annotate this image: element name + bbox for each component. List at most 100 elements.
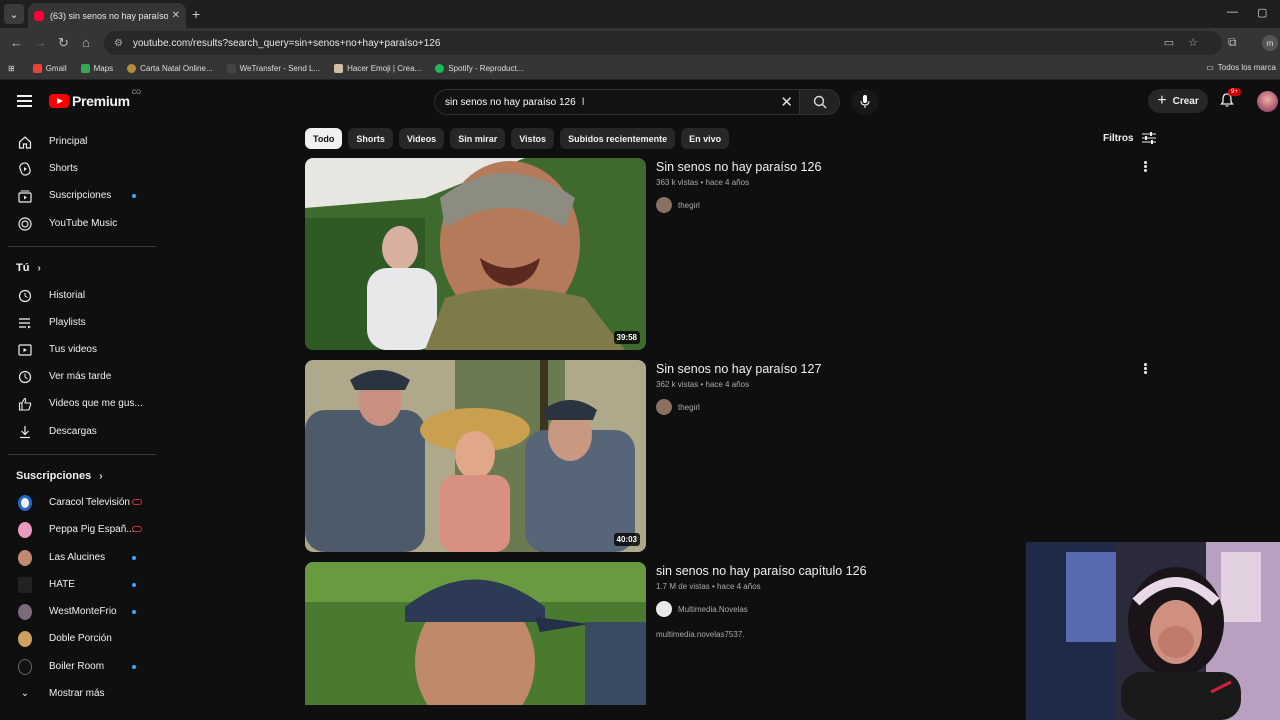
channel-avatar bbox=[18, 576, 32, 593]
bookmark-wetransfer[interactable]: WeTransfer - Send L... bbox=[226, 64, 320, 73]
sidebar-item-ver-mas-tarde[interactable]: Ver más tarde bbox=[8, 363, 156, 390]
channel-link[interactable]: thegirl bbox=[656, 197, 700, 213]
video-result[interactable]: 40:03 Sin senos no hay paraíso 127 362 k… bbox=[305, 360, 1147, 552]
reload-icon[interactable]: ↻ bbox=[58, 35, 69, 51]
video-title[interactable]: Sin senos no hay paraíso 126 bbox=[656, 160, 821, 174]
bookmark-carta-natal[interactable]: Carta Natal Online... bbox=[127, 64, 213, 73]
create-button[interactable]: + Crear bbox=[1148, 89, 1208, 113]
channel-avatar bbox=[656, 601, 672, 617]
channel-link[interactable]: Multimedia.Novelas bbox=[656, 601, 748, 617]
bookmark-maps[interactable]: Maps bbox=[80, 64, 113, 73]
sidebar-subscriptions-header[interactable]: Suscripciones › bbox=[16, 470, 103, 482]
sidebar-channel-alucines[interactable]: Las Alucines bbox=[8, 544, 156, 571]
youtube-favicon-icon bbox=[34, 10, 44, 21]
chip-vistos[interactable]: Vistos bbox=[511, 128, 555, 149]
chip-subidos-recientemente[interactable]: Subidos recientemente bbox=[560, 128, 676, 149]
sidebar-item-shorts[interactable]: Shorts bbox=[8, 155, 156, 182]
filters-label: Filtros bbox=[1103, 132, 1134, 144]
youtube-premium-logo[interactable]: Premium CO bbox=[49, 90, 141, 109]
bookmark-spotify[interactable]: Spotify - Reproduct... bbox=[435, 64, 523, 73]
sidebar-item-youtube-music[interactable]: YouTube Music bbox=[8, 210, 156, 237]
channel-avatar bbox=[18, 494, 32, 511]
spotify-icon bbox=[435, 64, 445, 73]
video-thumbnail[interactable] bbox=[305, 562, 646, 705]
chip-shorts[interactable]: Shorts bbox=[348, 128, 393, 149]
new-content-dot bbox=[132, 556, 136, 560]
plus-icon: + bbox=[1157, 92, 1167, 109]
chip-videos[interactable]: Videos bbox=[398, 128, 445, 149]
browser-tab-active[interactable]: (63) sin senos no hay paraíso 1 ✕ bbox=[28, 3, 186, 28]
video-result[interactable]: 39:58 Sin senos no hay paraíso 126 363 k… bbox=[305, 158, 1147, 350]
sidebar-channel-doble-porcion[interactable]: Doble Porción bbox=[8, 625, 156, 652]
maximize-button[interactable]: ▢ bbox=[1257, 6, 1267, 19]
video-title[interactable]: sin senos no hay paraíso capítulo 126 bbox=[656, 564, 867, 578]
sidebar-item-label: Tus videos bbox=[49, 344, 97, 355]
sidebar-item-liked-videos[interactable]: Videos que me gus... bbox=[8, 390, 156, 417]
subscriptions-icon bbox=[18, 189, 32, 203]
extensions-icon[interactable]: ⧉ bbox=[1228, 35, 1237, 50]
sidebar-item-label: YouTube Music bbox=[49, 218, 118, 229]
sidebar-show-more[interactable]: ⌄ Mostrar más bbox=[8, 680, 156, 707]
wetransfer-icon bbox=[226, 64, 236, 73]
logo-country-code: CO bbox=[131, 90, 141, 96]
apps-grid-icon[interactable]: ⊞ bbox=[8, 64, 15, 73]
chip-todo[interactable]: Todo bbox=[305, 128, 343, 149]
chip-sin-mirar[interactable]: Sin mirar bbox=[450, 128, 506, 149]
voice-search-button[interactable] bbox=[851, 89, 879, 115]
channel-link[interactable]: thegirl bbox=[656, 399, 700, 415]
bookmark-emoji[interactable]: Hacer Emoji | Crea... bbox=[334, 64, 421, 73]
sidebar-item-playlists[interactable]: Playlists bbox=[8, 309, 156, 336]
address-bar[interactable]: ⚙ youtube.com/results?search_query=sin+s… bbox=[104, 31, 1222, 55]
sidebar: Principal Shorts Suscripciones YouTube M… bbox=[0, 124, 160, 720]
sidebar-channel-peppa[interactable]: Peppa Pig Españ... bbox=[8, 516, 156, 543]
video-result[interactable]: sin senos no hay paraíso capítulo 126 1.… bbox=[305, 562, 1145, 705]
sidebar-item-descargas[interactable]: Descargas bbox=[8, 418, 156, 445]
bookmark-gmail[interactable]: Gmail bbox=[32, 64, 67, 73]
all-bookmarks-folder[interactable]: ▭ Todos los marca bbox=[1206, 63, 1276, 72]
browser-profile-avatar[interactable]: m bbox=[1262, 35, 1278, 51]
search-button[interactable] bbox=[800, 89, 840, 115]
video-thumbnail[interactable]: 39:58 bbox=[305, 158, 646, 350]
channel-name: thegirl bbox=[678, 402, 700, 412]
filters-button[interactable]: Filtros bbox=[1103, 132, 1156, 144]
back-icon[interactable]: ← bbox=[10, 35, 23, 50]
text-cursor-icon: I bbox=[581, 96, 585, 108]
thumbnail-image bbox=[305, 158, 646, 350]
close-tab-icon[interactable]: ✕ bbox=[172, 10, 180, 21]
sidebar-channel-caracol[interactable]: Caracol Televisión bbox=[8, 489, 156, 516]
forward-icon[interactable]: → bbox=[34, 35, 47, 50]
video-thumbnail[interactable]: 40:03 bbox=[305, 360, 646, 552]
new-tab-button[interactable]: + bbox=[192, 6, 200, 22]
home-browser-icon[interactable]: ⌂ bbox=[82, 35, 90, 50]
sidebar-channel-westmontefrio[interactable]: WestMonteFrio bbox=[8, 598, 156, 625]
chevron-right-icon: › bbox=[37, 262, 41, 274]
sidebar-item-suscripciones[interactable]: Suscripciones bbox=[8, 182, 156, 209]
youtube-play-icon bbox=[49, 94, 69, 108]
account-avatar[interactable] bbox=[1257, 91, 1278, 112]
gmail-icon bbox=[32, 64, 42, 73]
minimize-button[interactable]: — bbox=[1227, 6, 1238, 18]
search-input[interactable]: sin senos no hay paraíso 126 I ✕ bbox=[434, 89, 800, 115]
tab-list-button[interactable]: ⌄ bbox=[4, 4, 24, 24]
sidebar-item-principal[interactable]: Principal bbox=[8, 128, 156, 155]
browser-tab-bar: ⌄ (63) sin senos no hay paraíso 1 ✕ + — … bbox=[0, 0, 1280, 28]
new-content-dot bbox=[132, 194, 136, 198]
sidebar-item-tus-videos[interactable]: Tus videos bbox=[8, 336, 156, 363]
sidebar-divider bbox=[8, 246, 156, 247]
more-actions-icon[interactable] bbox=[1143, 362, 1147, 375]
clear-search-icon[interactable]: ✕ bbox=[780, 93, 793, 111]
sidebar-channel-boiler-room[interactable]: Boiler Room bbox=[8, 653, 156, 680]
more-actions-icon[interactable] bbox=[1143, 160, 1147, 173]
video-meta: 1.7 M de vistas • hace 4 años bbox=[656, 582, 761, 591]
carta-natal-icon bbox=[127, 64, 137, 73]
menu-icon[interactable] bbox=[17, 95, 32, 107]
notifications-button[interactable]: 9+ bbox=[1219, 88, 1241, 110]
video-title[interactable]: Sin senos no hay paraíso 127 bbox=[656, 362, 821, 376]
sidebar-channel-hate[interactable]: HATE bbox=[8, 571, 156, 598]
sidebar-item-historial[interactable]: Historial bbox=[8, 282, 156, 309]
chevron-down-icon: ⌄ bbox=[20, 688, 30, 699]
chip-en-vivo[interactable]: En vivo bbox=[681, 128, 730, 149]
subscriptions-heading: Suscripciones bbox=[16, 470, 92, 482]
sidebar-you-header[interactable]: Tú › bbox=[16, 262, 41, 274]
site-info-icon[interactable]: ⚙ bbox=[114, 38, 123, 49]
